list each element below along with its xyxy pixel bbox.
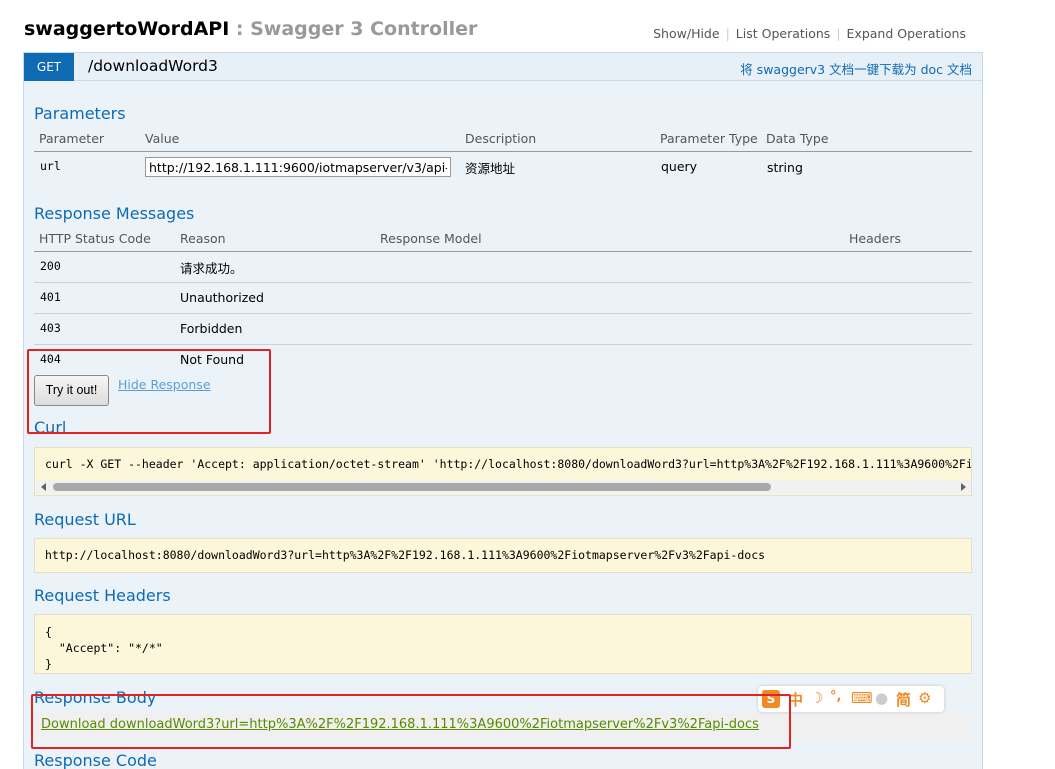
resource-separator: : [229,18,251,40]
resource-name[interactable]: swaggertoWordAPI [24,18,229,40]
http-method-badge[interactable]: GET [24,53,74,81]
request-url-value: http://localhost:8080/downloadWord3?url=… [45,548,766,562]
operation-path[interactable]: /downloadWord3 [88,57,218,75]
status-reason: Unauthorized [180,290,264,305]
scroll-thumb[interactable] [53,483,771,491]
param-header-divider [34,151,972,152]
resp-header-headers: Headers [849,231,902,246]
resource-header: swaggertoWordAPI : Swagger 3 Controller … [24,18,982,46]
scroll-right-icon[interactable] [961,483,966,491]
user-icon[interactable]: ● [875,689,888,707]
highlight-box-actions [27,349,271,434]
url-param-input[interactable] [145,157,451,177]
status-code: 200 [40,259,61,273]
status-code: 403 [40,321,61,335]
resp-header-divider [34,251,972,252]
row-divider [34,344,972,345]
moon-icon[interactable]: ☽ [810,689,823,707]
param-header-type: Parameter Type [660,131,758,146]
highlight-box-download [31,694,791,749]
parameters-title: Parameters [34,104,126,123]
resp-header-reason: Reason [180,231,226,246]
row-divider [34,313,972,314]
response-code-title: Response Code [34,751,157,769]
keyboard-icon[interactable]: ⌨ [851,689,873,707]
param-header-data-type: Data Type [766,131,829,146]
ime-simplified-toggle[interactable]: 简 [896,689,911,710]
param-header-parameter: Parameter [39,131,105,146]
gear-icon[interactable]: ⚙ [918,689,931,707]
punctuation-icon[interactable]: °, [830,689,841,704]
param-header-description: Description [465,131,537,146]
scroll-left-icon[interactable] [41,483,46,491]
request-headers-block: { "Accept": "*/*" } [34,614,972,674]
show-hide-link[interactable]: Show/Hide [647,26,725,41]
param-type: query [661,159,698,174]
status-reason: Forbidden [180,321,243,336]
param-data-type: string [767,160,803,175]
request-headers-value: { "Accept": "*/*" } [45,625,163,671]
param-description: 资源地址 [465,161,516,176]
request-url-title: Request URL [34,510,136,529]
row-divider [34,282,972,283]
controller-name: Swagger 3 Controller [250,18,478,40]
operation-header[interactable]: GET /downloadWord3 将 swaggerv3 文档一键下载为 d… [23,52,983,81]
param-name: url [40,159,61,173]
link-divider: | [836,26,841,41]
param-header-value: Value [145,131,180,146]
resp-header-model: Response Model [380,231,482,246]
request-url-block: http://localhost:8080/downloadWord3?url=… [34,538,972,573]
resp-header-code: HTTP Status Code [39,231,151,246]
resource-title[interactable]: swaggertoWordAPI : Swagger 3 Controller [24,18,477,40]
list-operations-link[interactable]: List Operations [730,26,837,41]
status-reason: 请求成功。 [180,261,243,276]
curl-scrollbar[interactable] [36,480,971,494]
request-headers-title: Request Headers [34,586,171,605]
operation-summary[interactable]: 将 swaggerv3 文档一键下载为 doc 文档 [740,59,972,78]
curl-block[interactable]: curl -X GET --header 'Accept: applicatio… [34,447,972,496]
expand-operations-link[interactable]: Expand Operations [841,26,972,41]
response-messages-title: Response Messages [34,204,195,223]
resource-links: Show/Hide | List Operations | Expand Operati… [647,26,972,41]
status-code: 401 [40,290,61,304]
curl-command: curl -X GET --header 'Accept: applicatio… [45,457,971,471]
